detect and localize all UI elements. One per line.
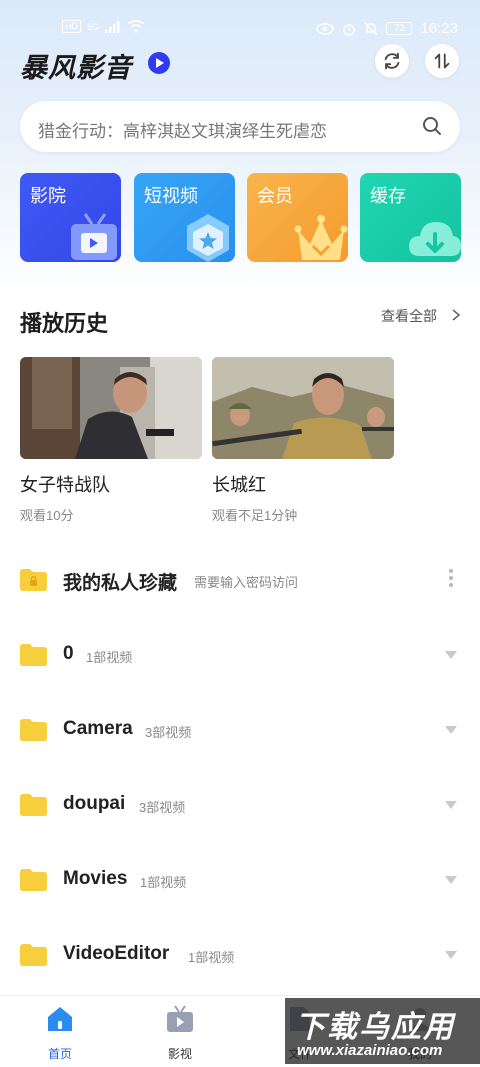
watermark: 下载乌应用 www.xiazainiao.com bbox=[285, 998, 480, 1064]
folder-icon bbox=[20, 944, 47, 966]
status-time: 16:23 bbox=[420, 20, 458, 37]
folder-row-private[interactable]: 我的私人珍藏 需要输入密码访问 bbox=[0, 562, 480, 602]
folder-name: VideoEditor bbox=[63, 943, 170, 964]
history-item[interactable]: 长城红 观看不足1分钟 bbox=[212, 357, 394, 524]
wifi-icon bbox=[127, 20, 145, 33]
eye-icon bbox=[316, 22, 335, 35]
quick-entry-label: 影院 bbox=[30, 186, 66, 206]
folder-name: doupai bbox=[63, 793, 126, 814]
folder-icon bbox=[20, 869, 47, 891]
nav-label: 首页 bbox=[47, 1047, 72, 1061]
thumbnail-scene-1 bbox=[20, 357, 202, 459]
home-icon bbox=[48, 1007, 72, 1031]
title-play-icon bbox=[148, 52, 170, 74]
folder-icon bbox=[20, 719, 47, 741]
folder-row[interactable]: Camera 3部视频 bbox=[0, 712, 480, 752]
caret-down-icon[interactable] bbox=[445, 951, 457, 959]
folder-count: 1部视频 bbox=[140, 875, 187, 890]
quick-entry-vip[interactable]: 会员 bbox=[247, 173, 348, 262]
folder-name: Movies bbox=[63, 868, 128, 889]
quick-entry-label: 会员 bbox=[257, 186, 293, 206]
status-right: 72 16:23 bbox=[316, 20, 458, 37]
history-item[interactable]: 女子特战队 观看10分 bbox=[20, 357, 202, 524]
history-title: 女子特战队 bbox=[20, 475, 110, 495]
thumbnail-scene-2 bbox=[212, 357, 394, 459]
alarm-icon bbox=[343, 23, 356, 36]
folder-icon bbox=[20, 644, 47, 666]
caret-down-icon[interactable] bbox=[445, 876, 457, 884]
quick-entry-label: 缓存 bbox=[370, 186, 406, 206]
refresh-icon bbox=[384, 52, 400, 70]
watermark-url: www.xiazainiao.com bbox=[297, 1042, 443, 1059]
caret-down-icon[interactable] bbox=[445, 726, 457, 734]
search-icon[interactable] bbox=[422, 116, 442, 136]
folder-name: 我的私人珍藏 bbox=[63, 573, 178, 594]
signal-icon bbox=[105, 20, 120, 33]
folder-row[interactable]: Movies 1部视频 bbox=[0, 862, 480, 902]
folder-row[interactable]: doupai 3部视频 bbox=[0, 787, 480, 827]
video-thumbnail[interactable] bbox=[212, 357, 394, 459]
folder-count: 1部视频 bbox=[188, 950, 235, 965]
battery-indicator: 72 bbox=[386, 22, 413, 35]
folder-name: 0 bbox=[63, 643, 74, 664]
nav-home[interactable]: 首页 bbox=[30, 1004, 90, 1062]
app-title: 暴风影音 bbox=[20, 53, 132, 83]
mute-icon bbox=[364, 22, 378, 35]
cloud-download-icon bbox=[409, 222, 461, 256]
see-all-link[interactable]: 查看全部 bbox=[381, 306, 437, 326]
video-thumbnail[interactable] bbox=[20, 357, 202, 459]
crown-icon bbox=[294, 215, 348, 260]
history-progress: 观看不足1分钟 bbox=[212, 508, 298, 523]
tv-icon bbox=[167, 1005, 193, 1032]
refresh-button[interactable] bbox=[375, 44, 409, 78]
sort-icon bbox=[434, 53, 450, 69]
folder-name: Camera bbox=[63, 718, 133, 739]
hexagon-star-icon bbox=[187, 214, 229, 262]
tv-icon bbox=[71, 213, 117, 260]
more-vertical-icon[interactable] bbox=[448, 568, 454, 588]
chevron-right-icon[interactable] bbox=[450, 308, 462, 322]
nav-film[interactable]: 影视 bbox=[150, 1004, 210, 1062]
folder-count: 3部视频 bbox=[139, 800, 186, 815]
sort-button[interactable] bbox=[425, 44, 459, 78]
history-progress: 观看10分 bbox=[20, 508, 74, 523]
folder-icon bbox=[20, 794, 47, 816]
quick-entry-cache[interactable]: 缓存 bbox=[360, 173, 461, 262]
status-left: HD 5G bbox=[62, 20, 145, 33]
history-title: 长城红 bbox=[212, 475, 266, 495]
hd-badge: HD bbox=[62, 20, 81, 33]
watermark-main: 下载乌应用 bbox=[295, 1011, 455, 1044]
app-header: 暴风影音 bbox=[20, 42, 460, 83]
folder-row[interactable]: VideoEditor 1部视频 bbox=[0, 937, 480, 977]
folder-count: 1部视频 bbox=[86, 650, 133, 665]
search-bar[interactable]: 猎金行动：高梓淇赵文琪演绎生死虐恋 bbox=[20, 101, 460, 152]
quick-entry-short-video[interactable]: 短视频 bbox=[134, 173, 235, 262]
caret-down-icon[interactable] bbox=[445, 801, 457, 809]
folder-row[interactable]: 0 1部视频 bbox=[0, 637, 480, 677]
history-section-title: 播放历史 bbox=[20, 311, 109, 336]
search-placeholder: 猎金行动：高梓淇赵文琪演绎生死虐恋 bbox=[38, 122, 327, 141]
network-badge: 5G bbox=[87, 21, 100, 32]
quick-entry-label: 短视频 bbox=[144, 186, 198, 206]
caret-down-icon[interactable] bbox=[445, 651, 457, 659]
folder-hint: 需要输入密码访问 bbox=[194, 575, 299, 590]
quick-entry-cinema[interactable]: 影院 bbox=[20, 173, 121, 262]
nav-label: 影视 bbox=[167, 1047, 192, 1061]
folder-count: 3部视频 bbox=[145, 725, 192, 740]
locked-folder-icon bbox=[20, 569, 47, 591]
